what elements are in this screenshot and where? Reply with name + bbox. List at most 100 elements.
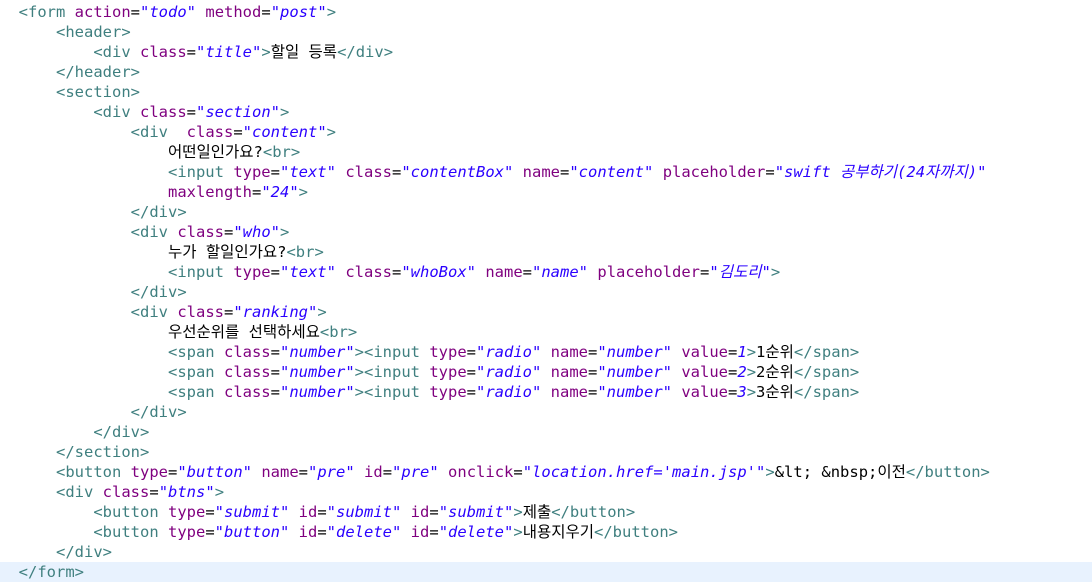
code-line[interactable]: <div class="section"> <box>0 102 1092 122</box>
code-line[interactable]: </div> <box>0 282 1092 302</box>
code-token: > <box>354 343 364 361</box>
code-token: </div> <box>93 423 150 441</box>
code-line[interactable]: <form action="todo" method="post"> <box>0 2 1092 22</box>
code-token: = <box>298 463 308 481</box>
code-token: "radio" <box>476 383 542 401</box>
code-token: "contentBox" <box>401 163 514 181</box>
code-line[interactable]: 누가 할일인가요?<br> <box>0 242 1092 262</box>
code-line[interactable]: </header> <box>0 62 1092 82</box>
code-token: "radio" <box>476 343 542 361</box>
code-token: class <box>223 363 271 381</box>
code-token: "24" <box>261 183 299 201</box>
code-token: <br> <box>319 323 358 341</box>
code-token: > <box>770 263 781 281</box>
code-token: = <box>700 263 710 281</box>
code-token: "content" <box>569 163 654 181</box>
code-token: "number" <box>597 363 672 381</box>
code-token: <div <box>130 303 178 321</box>
code-token: > <box>765 463 775 481</box>
code-token: class <box>177 303 224 321</box>
code-line[interactable]: <header> <box>0 22 1092 42</box>
code-line[interactable]: </div> <box>0 422 1092 442</box>
code-token: class <box>140 103 187 121</box>
code-token: > <box>513 523 523 541</box>
code-token: = <box>251 183 262 201</box>
code-token: <button <box>93 503 168 521</box>
code-token: "post" <box>270 3 327 21</box>
code-token: </div> <box>130 403 187 421</box>
code-token: = <box>382 463 393 481</box>
code-line[interactable]: <section> <box>0 82 1092 102</box>
code-token: type <box>167 523 206 541</box>
code-line[interactable]: <input type="text" class="whoBox" name="… <box>0 262 1092 282</box>
code-line[interactable]: <input type="text" class="contentBox" na… <box>0 162 1092 182</box>
code-token: type <box>429 363 467 381</box>
code-line[interactable]: <button type="button" id="delete" id="de… <box>0 522 1092 542</box>
code-token: = <box>270 263 280 281</box>
code-token: "delete" <box>326 523 402 541</box>
code-line[interactable]: </section> <box>0 442 1092 462</box>
code-line[interactable]: </div> <box>0 402 1092 422</box>
code-token: </div> <box>56 543 112 561</box>
code-token: <br> <box>286 243 324 261</box>
code-token: "delete" <box>438 523 514 541</box>
code-line[interactable]: <div class="btns"> <box>0 482 1092 502</box>
code-line[interactable]: <div class="who"> <box>0 222 1092 242</box>
code-token: = <box>149 483 159 501</box>
code-line[interactable]: <div class="ranking"> <box>0 302 1092 322</box>
code-token: "number" <box>597 343 672 361</box>
code-token: = <box>513 463 523 481</box>
code-token: 3순위 <box>756 383 794 401</box>
code-line[interactable]: </div> <box>0 202 1092 222</box>
code-token: = <box>765 163 775 181</box>
code-token: "submit" <box>438 503 514 521</box>
code-line[interactable]: 어떤일인가요?<br> <box>0 142 1092 162</box>
code-line[interactable]: </div> <box>0 542 1092 562</box>
code-token: = <box>270 163 280 181</box>
code-token: </div> <box>130 203 187 221</box>
code-line[interactable]: 우선순위를 선택하세요<br> <box>0 322 1092 342</box>
code-token: = <box>130 3 141 21</box>
code-line[interactable]: maxlength="24"> <box>0 182 1092 202</box>
code-line[interactable]: <span class="number"><input type="radio"… <box>0 342 1092 362</box>
code-token: = <box>205 503 215 521</box>
code-token: <br> <box>262 143 301 161</box>
code-token: > <box>317 303 327 321</box>
code-token: type <box>233 263 271 281</box>
code-line[interactable]: <span class="number"><input type="radio"… <box>0 382 1092 402</box>
code-line[interactable]: <button type="submit" id="submit" id="su… <box>0 502 1092 522</box>
code-token: = <box>429 523 439 541</box>
code-token: 2 <box>737 363 747 381</box>
code-token: method <box>205 3 262 21</box>
code-line[interactable]: <div class="title">할일 등록</div> <box>0 42 1092 62</box>
code-token: = <box>522 263 533 281</box>
code-token: 1순위 <box>756 343 794 361</box>
code-line[interactable]: <button type="button" name="pre" id="pre… <box>0 462 1092 482</box>
code-line[interactable]: </form> <box>0 562 1092 582</box>
code-token: onclick <box>448 463 514 481</box>
code-token: <div <box>56 483 103 501</box>
code-line[interactable]: <div class="content"> <box>0 122 1092 142</box>
code-token: id <box>410 503 430 521</box>
code-token: > <box>280 223 290 241</box>
code-token: "location.href='main.jsp'" <box>522 463 766 481</box>
code-token: class <box>186 123 234 141</box>
code-editor[interactable]: <form action="todo" method="post"> <head… <box>0 0 1092 582</box>
code-line[interactable]: <span class="number"><input type="radio"… <box>0 362 1092 382</box>
code-token: <div <box>130 223 178 241</box>
